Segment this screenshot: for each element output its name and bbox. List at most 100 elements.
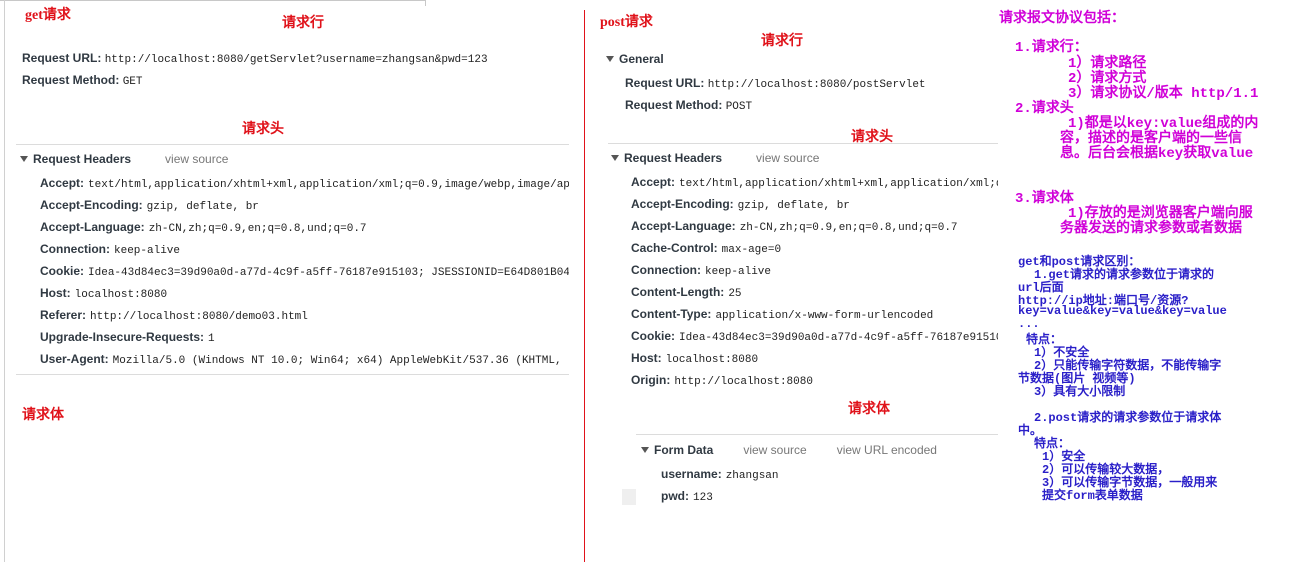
- post-header-row: Accept-Encoding: gzip, deflate, br: [631, 197, 998, 212]
- post-request-headers-toggle[interactable]: Request Headers view source: [611, 151, 819, 165]
- post-header-row-value: zh-CN,zh;q=0.9,en;q=0.8,und;q=0.7: [739, 222, 958, 234]
- post-form-data-toggle[interactable]: Form Data view source view URL encoded: [641, 443, 937, 457]
- diff-line: 提交form表单数据: [1042, 489, 1143, 503]
- post-form-view-url-encoded-link[interactable]: view URL encoded: [837, 443, 937, 457]
- post-header-row-value: Idea-43d84ec3=39d90a0d-a77d-4c9f-a5ff-76…: [679, 332, 998, 344]
- post-request-method-row: Request Method: POST: [625, 98, 752, 113]
- post-general-label: General: [619, 52, 664, 66]
- get-header-row: User-Agent: Mozilla/5.0 (Windows NT 10.0;…: [40, 352, 569, 367]
- get-headers-divider-bottom: [16, 374, 569, 375]
- top-edge-line: [0, 0, 425, 1]
- triangle-down-icon: [641, 447, 649, 453]
- get-label-headers: 请求头: [242, 122, 284, 137]
- post-header-row: Content-Type: application/x-www-form-urle…: [631, 307, 998, 322]
- post-header-row: Host: localhost:8080: [631, 351, 998, 366]
- post-header-row-key: Host:: [631, 351, 662, 365]
- get-header-row-value: http://localhost:8080/demo03.html: [90, 311, 308, 323]
- post-form-view-source-link[interactable]: view source: [743, 443, 806, 457]
- post-form-row-key: username:: [661, 467, 722, 481]
- get-header-row-value: 1: [208, 333, 215, 345]
- get-view-source-link[interactable]: view source: [165, 152, 228, 166]
- post-header-row-value: text/html,application/xhtml+xml,applicat…: [679, 178, 998, 190]
- notes-heading: 请求报文协议包括：: [999, 11, 1125, 26]
- post-view-source-link[interactable]: view source: [756, 151, 819, 165]
- get-header-row: Accept-Language: zh-CN,zh;q=0.9,en;q=0.8,…: [40, 220, 569, 235]
- notes-line: 息。后台会根据key获取value: [1060, 146, 1254, 162]
- triangle-down-icon: [606, 56, 614, 62]
- get-header-row-value: Idea-43d84ec3=39d90a0d-a77d-4c9f-a5ff-76…: [88, 267, 569, 279]
- left-edge-line: [4, 0, 5, 562]
- get-request-method-key: Request Method:: [22, 73, 120, 87]
- post-header-row-key: Content-Type:: [631, 307, 712, 321]
- post-header-row-key: Accept-Language:: [631, 219, 736, 233]
- get-title: get请求: [25, 8, 71, 23]
- get-header-row-value: keep-alive: [114, 245, 181, 257]
- get-header-row-key: Host:: [40, 286, 71, 300]
- post-request-method-key: Request Method:: [625, 98, 723, 112]
- notes-line: 3.请求体: [1015, 191, 1074, 207]
- get-request-method-value: GET: [122, 76, 143, 88]
- get-header-row-key: Accept-Language:: [40, 220, 145, 234]
- post-header-row-key: Connection:: [631, 263, 701, 277]
- post-form-row: pwd: 123: [661, 489, 713, 504]
- get-request-headers-label: Request Headers: [33, 152, 132, 166]
- get-header-row-value: text/html,application/xhtml+xml,applicat…: [88, 179, 569, 191]
- post-form-row: username: zhangsan: [661, 467, 779, 482]
- get-header-row: Connection: keep-alive: [40, 242, 569, 257]
- post-header-row-value: keep-alive: [705, 266, 772, 278]
- post-form-divider: [636, 434, 998, 435]
- post-label-request-line: 请求行: [761, 34, 803, 49]
- get-header-row-value: Mozilla/5.0 (Windows NT 10.0; Win64; x64…: [112, 355, 562, 367]
- get-request-url-row: Request URL: http://localhost:8080/getSe…: [22, 51, 488, 66]
- get-header-row: Upgrade-Insecure-Requests: 1: [40, 330, 569, 345]
- post-header-row: Origin: http://localhost:8080: [631, 373, 998, 388]
- post-header-row-key: Cookie:: [631, 329, 676, 343]
- get-header-row: Accept: text/html,application/xhtml+xml,a…: [40, 176, 569, 191]
- post-header-row-key: Content-Length:: [631, 285, 725, 299]
- post-header-row-value: application/x-www-form-urlencoded: [715, 310, 934, 322]
- post-general-toggle[interactable]: General: [606, 52, 664, 66]
- post-header-row-key: Cache-Control:: [631, 241, 718, 255]
- get-header-row: Cookie: Idea-43d84ec3=39d90a0d-a77d-4c9f-…: [40, 264, 569, 279]
- get-header-row-value: localhost:8080: [74, 289, 168, 301]
- notes-line: 3）请求协议/版本 http/1.1: [1068, 86, 1259, 102]
- diff-line: 2.post请求的请求参数位于请求体: [1034, 411, 1222, 425]
- triangle-down-icon: [20, 156, 28, 162]
- post-request-url-row: Request URL: http://localhost:8080/postS…: [625, 76, 926, 91]
- post-request-method-value: POST: [725, 101, 753, 113]
- get-header-row-key: Cookie:: [40, 264, 85, 278]
- post-form-row-value: 123: [693, 492, 713, 504]
- panel-divider: [584, 10, 585, 562]
- post-title: post请求: [600, 15, 653, 30]
- post-request-url-value: http://localhost:8080/postServlet: [707, 79, 926, 91]
- post-request-headers-label: Request Headers: [624, 151, 723, 165]
- post-header-row: Accept: text/html,application/xhtml+xml,a…: [631, 175, 998, 190]
- get-header-row-key: User-Agent:: [40, 352, 109, 366]
- post-header-row: Connection: keep-alive: [631, 263, 998, 278]
- post-header-row-key: Accept-Encoding:: [631, 197, 734, 211]
- get-request-url-key: Request URL:: [22, 51, 102, 65]
- post-header-row-value: gzip, deflate, br: [737, 200, 850, 212]
- get-header-row: Accept-Encoding: gzip, deflate, br: [40, 198, 569, 213]
- get-request-method-row: Request Method: GET: [22, 73, 143, 88]
- post-form-row-key: pwd:: [661, 489, 689, 503]
- get-header-row: Host: localhost:8080: [40, 286, 569, 301]
- triangle-down-icon: [611, 155, 619, 161]
- post-header-row: Cache-Control: max-age=0: [631, 241, 998, 256]
- post-label-body: 请求体: [848, 402, 890, 417]
- get-header-row-value: zh-CN,zh;q=0.9,en;q=0.8,und;q=0.7: [148, 223, 367, 235]
- get-header-row-value: gzip, deflate, br: [146, 201, 259, 213]
- get-header-row: Referer: http://localhost:8080/demo03.htm…: [40, 308, 569, 323]
- post-header-row: Content-Length: 25: [631, 285, 998, 300]
- post-header-row: Accept-Language: zh-CN,zh;q=0.9,en;q=0.8,…: [631, 219, 998, 234]
- get-request-headers-toggle[interactable]: Request Headers view source: [20, 152, 228, 166]
- get-header-row-key: Referer:: [40, 308, 87, 322]
- post-headers-divider-top: [608, 143, 998, 144]
- post-header-row-value: max-age=0: [721, 244, 782, 256]
- get-label-body: 请求体: [22, 408, 64, 423]
- post-header-row-key: Origin:: [631, 373, 671, 387]
- get-header-row-key: Accept-Encoding:: [40, 198, 143, 212]
- get-header-row-key: Connection:: [40, 242, 110, 256]
- get-header-row-key: Accept:: [40, 176, 85, 190]
- top-edge-corner: [425, 0, 426, 6]
